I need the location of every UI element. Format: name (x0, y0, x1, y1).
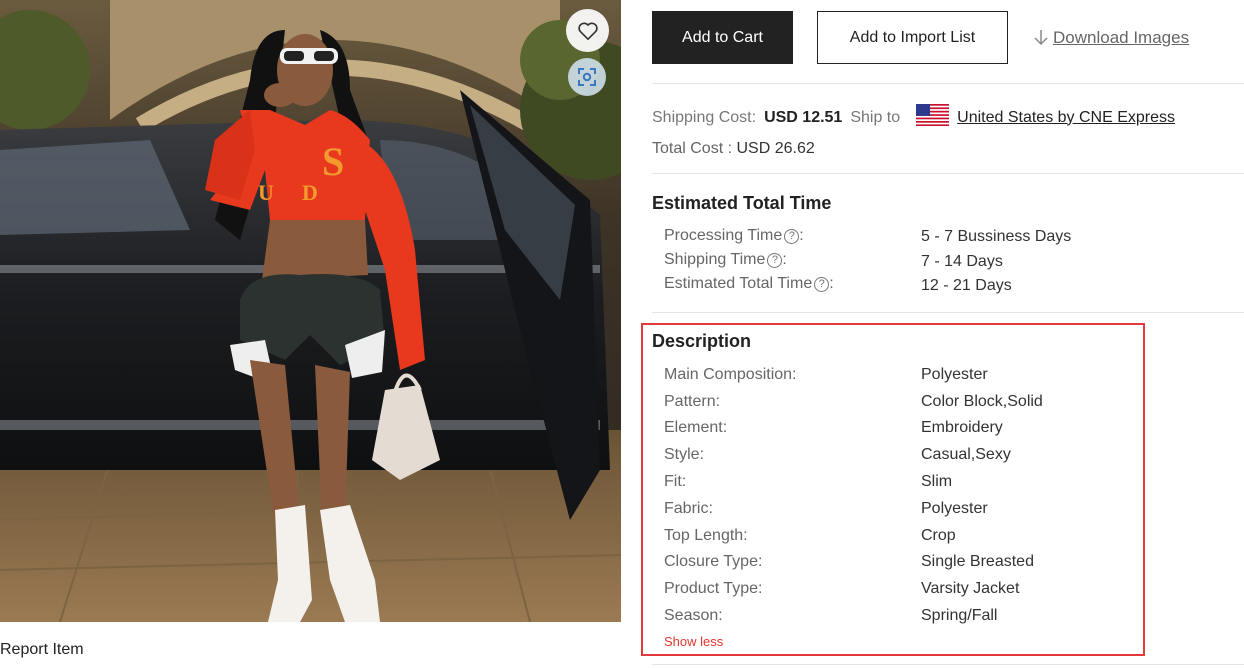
attr-label-element: Element: (664, 419, 728, 436)
shipping-cost-value: USD 12.51 (764, 108, 843, 126)
attr-value-main-composition: Polyester (921, 366, 988, 383)
processing-time-value: 5 - 7 Bussiness Days (921, 228, 1072, 245)
divider (652, 83, 1244, 84)
divider (652, 173, 1244, 174)
attr-value-top-length: Crop (921, 527, 956, 544)
attr-label-top-length: Top Length: (664, 527, 748, 544)
svg-text:D: D (302, 180, 318, 205)
help-icon[interactable]: ? (814, 277, 830, 292)
favorite-button[interactable] (566, 9, 609, 52)
attr-label-product-type: Product Type: (664, 580, 763, 597)
shipping-time-label: Shipping Time?: (664, 251, 787, 268)
product-image[interactable]: S U D (0, 0, 621, 622)
shipping-method-link[interactable]: United States by CNE Express (957, 109, 1175, 127)
attr-value-element: Embroidery (921, 419, 1003, 436)
shipping-row: Shipping Cost: USD 12.51 Ship to United … (652, 104, 1175, 131)
divider (652, 664, 1244, 665)
shipping-cost-label: Shipping Cost: (652, 108, 757, 126)
product-photo-illustration: S U D (0, 0, 621, 622)
svg-text:U: U (258, 180, 274, 205)
shipping-time-value: 7 - 14 Days (921, 253, 1003, 270)
total-cost-row: Total Cost : USD 26.62 (652, 140, 815, 158)
estimated-total-time-label: Estimated Total Time?: (664, 275, 834, 292)
show-less-link[interactable]: Show less (664, 634, 723, 649)
download-images-link[interactable]: Download Images (1033, 28, 1189, 48)
scan-icon (578, 68, 596, 86)
attr-value-fit: Slim (921, 473, 953, 490)
attr-label-fabric: Fabric: (664, 500, 713, 517)
attr-value-closure-type: Single Breasted (921, 553, 1034, 570)
total-cost-value: USD 26.62 (736, 140, 815, 157)
attr-value-fabric: Polyester (921, 500, 988, 517)
image-search-button[interactable] (568, 58, 606, 96)
us-flag-icon (916, 104, 950, 131)
attr-label-main-composition: Main Composition: (664, 366, 797, 383)
heart-icon (577, 22, 598, 40)
total-cost-label: Total Cost : (652, 140, 733, 157)
attr-label-season: Season: (664, 607, 723, 624)
help-icon[interactable]: ? (767, 253, 783, 268)
add-to-cart-button[interactable]: Add to Cart (652, 11, 793, 64)
attr-label-style: Style: (664, 446, 705, 463)
ship-to-label: Ship to (850, 108, 901, 126)
attr-value-style: Casual,Sexy (921, 446, 1011, 463)
estimated-total-time-value: 12 - 21 Days (921, 277, 1012, 294)
estimated-time-title: Estimated Total Time (652, 193, 832, 213)
add-to-import-list-button[interactable]: Add to Import List (817, 11, 1008, 64)
divider (652, 312, 1244, 313)
attr-label-fit: Fit: (664, 473, 687, 490)
download-images-label: Download Images (1053, 28, 1190, 47)
description-title: Description (652, 331, 752, 351)
report-item-link[interactable]: Report Item (0, 641, 84, 659)
help-icon[interactable]: ? (784, 229, 800, 244)
attr-label-closure-type: Closure Type: (664, 553, 763, 570)
processing-time-label: Processing Time?: (664, 227, 804, 244)
download-arrow-icon (1034, 30, 1048, 46)
attr-value-pattern: Color Block,Solid (921, 393, 1043, 410)
svg-text:S: S (322, 139, 344, 184)
attr-value-product-type: Varsity Jacket (921, 580, 1020, 597)
attr-value-season: Spring/Fall (921, 607, 998, 624)
attr-label-pattern: Pattern: (664, 393, 721, 410)
